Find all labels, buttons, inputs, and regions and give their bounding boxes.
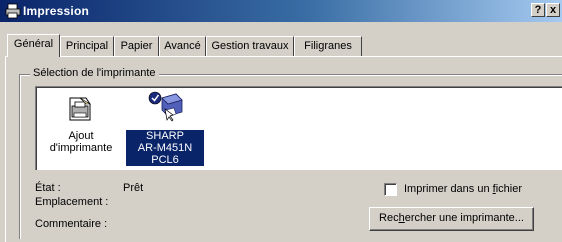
location-label: Emplacement : — [35, 196, 109, 208]
tab-avance[interactable]: Avancé — [159, 36, 206, 56]
tab-principal[interactable]: Principal — [60, 36, 114, 56]
print-to-file-label-prefix: Imprimer dans un — [404, 183, 493, 195]
printer-icon — [5, 3, 21, 19]
help-button[interactable]: ? — [531, 3, 545, 17]
add-printer-icon — [69, 97, 92, 121]
printer-list[interactable]: Ajout d'imprimante SHARP AR-M451N PCL6 — [35, 86, 562, 170]
print-to-file-label[interactable]: Imprimer dans un fichier — [404, 183, 522, 195]
state-value: Prêt — [123, 182, 144, 194]
tab-gestion-travaux[interactable]: Gestion travaux — [206, 36, 294, 56]
tab-filigranes[interactable]: Filigranes — [294, 36, 362, 56]
sharp-printer-label-line2: AR-M451N PCL6 — [137, 142, 193, 166]
sharp-printer-label-line1: SHARP — [146, 130, 184, 142]
tab-general[interactable]: Général — [7, 34, 60, 57]
find-printer-label-prefix: Rec — [379, 212, 399, 224]
title-bar[interactable]: Impression ? x — [0, 0, 562, 22]
tab-papier[interactable]: Papier — [114, 36, 159, 56]
print-to-file-checkbox[interactable] — [384, 183, 397, 196]
printer-selection-title: Sélection de l'imprimante — [30, 67, 159, 79]
add-printer-label-line2: d'imprimante — [49, 142, 113, 154]
window-title: Impression — [23, 4, 90, 18]
print-to-file-label-suffix: ichier — [495, 183, 523, 195]
find-printer-button[interactable]: Rechercher une imprimante... — [369, 207, 534, 231]
close-button[interactable]: x — [546, 3, 560, 17]
find-printer-label-suffix: ercher une imprimante... — [404, 212, 524, 224]
network-printer-icon — [148, 91, 183, 122]
state-label: État : — [35, 182, 61, 194]
comment-label: Commentaire : — [35, 218, 108, 230]
add-printer-label-line1: Ajout — [68, 130, 94, 142]
